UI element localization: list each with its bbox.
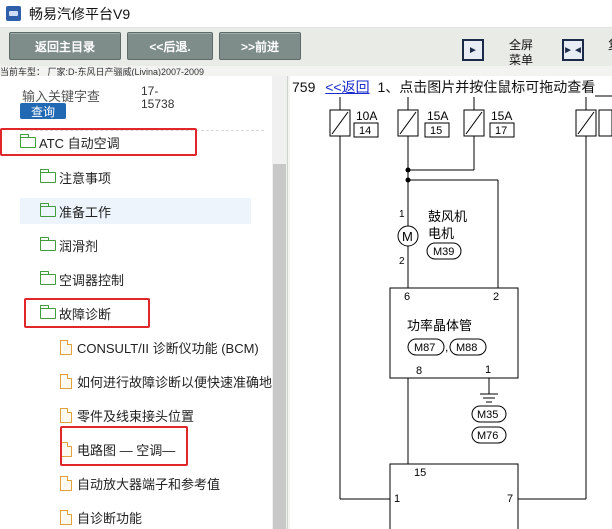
home-button[interactable]: 返回主目录 [9,32,121,60]
tree-item-label: 零件及线束接头位置 [77,408,195,424]
query-button[interactable]: 查询 [20,103,66,119]
folder-icon [40,202,56,217]
fuse-17-amps: 15A [491,109,512,123]
document-icon [60,407,72,423]
document-icon [60,339,72,355]
tree-item-label: CONSULT/II 诊断仪功能 (BCM) [77,340,259,356]
tree-item[interactable]: 准备工作 [20,198,251,224]
left-panel: 输入关键字查 17-15738 查询 ATC 自动空调 注意事项 准备工作 润滑剂 空调… [0,76,288,529]
collapse-button[interactable]: ►◄ [562,39,584,61]
tree-item[interactable]: 润滑剂 [20,232,251,258]
pt-label: 功率晶体管 [407,318,472,333]
tree-item[interactable]: 空调器控制 [20,266,251,292]
pt-comma: , [445,340,448,354]
tree-item[interactable]: 如何进行故障诊断以便快速准确地 [60,368,273,394]
window-title: 畅易汽修平台V9 [29,5,131,22]
auto-amplifier: 15 1 7 [340,463,586,529]
motor-pin-2: 2 [399,256,405,267]
fuse-15-amps: 15A [427,109,448,123]
motor-symbol: M [402,229,413,244]
ground-connector-m35: M35 [477,409,498,421]
folder-icon [40,168,56,183]
tree-item[interactable]: 零件及线束接头位置 [60,402,270,428]
tree-item-label: 注意事项 [59,170,112,186]
amp-pin-7: 7 [507,493,513,505]
pt-pin-1: 1 [485,364,491,376]
fuse-17: 15A 17 [463,96,515,170]
title-bar: 畅易汽修平台V9 [0,0,612,28]
fullscreen-toggle-button[interactable]: ► [462,39,484,61]
motor-label-1: 鼓风机 [428,209,467,224]
tree-item[interactable]: CONSULT/II 诊断仪功能 (BCM) [60,334,270,360]
tree-item[interactable]: 注意事项 [20,164,251,190]
collapse-arrows-icon: ►◄ [563,44,583,56]
fuse-14: 10A 14 [329,96,379,499]
scrollbar-thumb[interactable] [273,164,286,529]
ground-symbol [480,393,498,403]
document-icon [60,509,72,525]
junction-dot [405,167,411,173]
motor-label-2: 电机 [428,226,454,241]
fuse-17-number: 17 [495,125,507,137]
tree-item-label: 自诊断功能 [77,510,143,526]
tree-item-label: 准备工作 [59,204,112,220]
motor-connector: M39 [433,246,454,258]
amp-pin-15: 15 [414,467,426,479]
content-panel: 10A 14 15A 15 15A 17 1 M 2 鼓风机 电机 M39 6 … [290,76,612,529]
tree-item-label: 自动放大器端子和参考值 [77,476,221,492]
page-number: 759 [292,79,316,95]
fullscreen-menu-label: 全屏 菜单 [508,38,533,67]
tree-item[interactable]: 自诊断功能 [60,504,270,529]
tree-item-label: 如何进行故障诊断以便快速准确地 [77,374,273,390]
wiring-diagram[interactable]: 10A 14 15A 15 15A 17 1 M 2 鼓风机 电机 M39 6 … [290,76,612,529]
blower-motor: 1 M 2 鼓风机 电机 M39 [397,209,467,288]
instruction-text: 1、点击图片并按住鼠标可拖动查看 [377,79,596,95]
cut-off-label: 复 [604,38,612,53]
folder-icon [40,270,56,285]
app-icon [6,6,21,21]
back-link[interactable]: <<返回 [325,79,369,95]
fuse-15-number: 15 [430,125,442,137]
pt-pin-2: 2 [493,291,499,303]
fuse-14-number: 14 [359,125,371,137]
motor-pin-1: 1 [399,209,405,220]
pt-connector-b: M88 [456,342,477,354]
highlight-box [0,128,197,156]
tree-item-label: 润滑剂 [59,238,99,254]
tree-item-label: 空调器控制 [59,272,125,288]
expand-arrow-icon: ► [468,44,478,56]
tree-item[interactable]: 自动放大器端子和参考值 [60,470,270,496]
document-icon [60,373,72,389]
highlight-box [24,298,150,328]
search-value: 17-15738 [141,84,175,111]
highlight-box [60,426,188,466]
pt-pin-8: 8 [416,365,422,377]
amp-pin-1: 1 [394,493,400,505]
fuse-14-amps: 10A [356,109,377,123]
forward-button[interactable]: >>前进 [219,32,301,60]
back-button[interactable]: <<后退. [127,32,213,60]
toolbar: 返回主目录 <<后退. >>前进 ► 全屏 菜单 ►◄ 复 [0,28,612,67]
folder-icon [40,236,56,251]
fuse-right-partial [575,96,612,499]
pt-connector-a: M87 [414,342,435,354]
pt-pin-6: 6 [404,291,410,303]
content-header: 759 <<返回 1、点击图片并按住鼠标可拖动查看 [292,77,596,97]
fuse-15: 15A 15 [397,96,450,170]
document-icon [60,475,72,491]
ground-connector-m76: M76 [477,430,498,442]
